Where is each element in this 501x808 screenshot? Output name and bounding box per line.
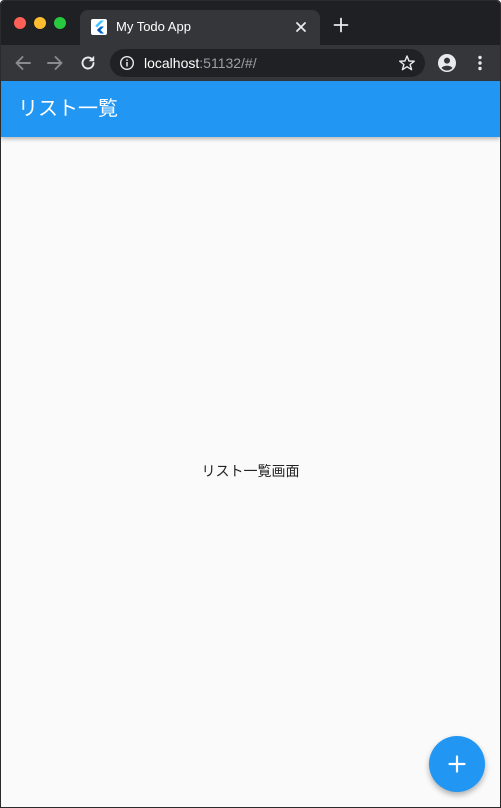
url-text: localhost:51132/#/: [144, 55, 257, 71]
flutter-icon: [91, 19, 107, 35]
url-path: :51132/#/: [199, 55, 257, 71]
address-bar[interactable]: localhost:51132/#/: [110, 49, 425, 77]
browser-tab[interactable]: My Todo App: [80, 10, 320, 45]
info-icon[interactable]: [119, 55, 135, 71]
add-button[interactable]: [429, 736, 485, 792]
more-vert-icon[interactable]: [470, 53, 490, 73]
window-maximize-button[interactable]: [54, 17, 66, 29]
app-bar: リスト一覧: [1, 81, 500, 137]
close-icon[interactable]: [292, 18, 310, 36]
window-minimize-button[interactable]: [34, 17, 46, 29]
page-title: リスト一覧: [18, 98, 118, 120]
browser-toolbar: localhost:51132/#/: [1, 45, 500, 81]
url-host: localhost: [144, 55, 200, 71]
page-body: リスト一覧画面: [1, 137, 500, 807]
tab-title: My Todo App: [116, 19, 191, 34]
tab-strip: My Todo App: [1, 1, 500, 45]
account-circle-icon[interactable]: [437, 53, 457, 73]
window-close-button[interactable]: [14, 17, 26, 29]
arrow-right-icon[interactable]: [45, 53, 65, 73]
star-icon[interactable]: [398, 54, 416, 72]
plus-icon[interactable]: [332, 16, 350, 34]
reload-icon[interactable]: [78, 53, 98, 73]
add-icon: [448, 755, 466, 773]
arrow-left-icon[interactable]: [13, 53, 33, 73]
body-text: リスト一覧画面: [201, 463, 300, 479]
browser-window: My Todo App localhost:51132/#/ リスト一覧 リスト…: [0, 0, 501, 808]
